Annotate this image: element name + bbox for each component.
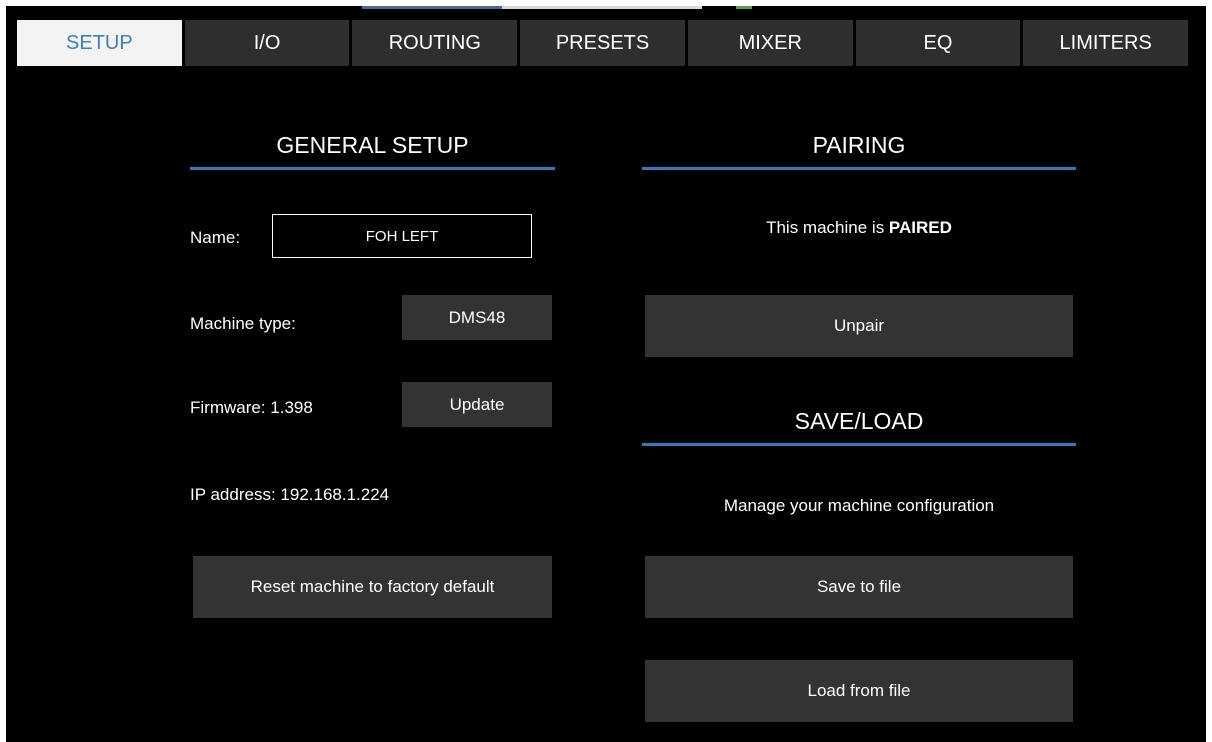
name-label: Name: [190,228,241,247]
general-setup-title: GENERAL SETUP [276,132,469,158]
pairing-title: PAIRING [812,132,906,158]
save-to-file-button[interactable]: Save to file [645,556,1073,618]
saveload-description: Manage your machine configuration [723,496,995,515]
update-button[interactable]: Update [402,382,552,427]
pairing-divider [642,167,1076,170]
app-window: SETUP I/O ROUTING PRESETS MIXER EQ LIMIT… [6,6,1206,742]
saveload-title: SAVE/LOAD [794,408,924,434]
tab-setup[interactable]: SETUP [17,20,182,66]
unpair-button[interactable]: Unpair [645,295,1073,357]
firmware-label: Firmware: 1.398 [190,398,313,417]
tab-mixer[interactable]: MIXER [687,20,853,66]
tab-routing[interactable]: ROUTING [352,20,518,66]
load-from-file-button[interactable]: Load from file [645,660,1073,722]
tab-bar: SETUP I/O ROUTING PRESETS MIXER EQ LIMIT… [17,20,1189,66]
pairing-status: This machine is PAIRED [642,218,1076,238]
machine-type-label: Machine type: [190,314,296,333]
tab-io[interactable]: I/O [184,20,350,66]
machine-type-value[interactable]: DMS48 [402,295,552,340]
ip-address-label: IP address: 192.168.1.224 [190,485,390,504]
name-input[interactable] [272,214,532,258]
tab-limiters[interactable]: LIMITERS [1023,20,1189,66]
pairing-status-value: PAIRED [888,218,952,237]
saveload-divider [642,443,1076,446]
pairing-status-prefix: This machine is [766,218,889,237]
tab-presets[interactable]: PRESETS [520,20,685,66]
general-setup-divider [190,167,555,170]
tab-eq[interactable]: EQ [855,20,1021,66]
top-strip [6,6,1206,14]
reset-factory-button[interactable]: Reset machine to factory default [193,556,552,618]
